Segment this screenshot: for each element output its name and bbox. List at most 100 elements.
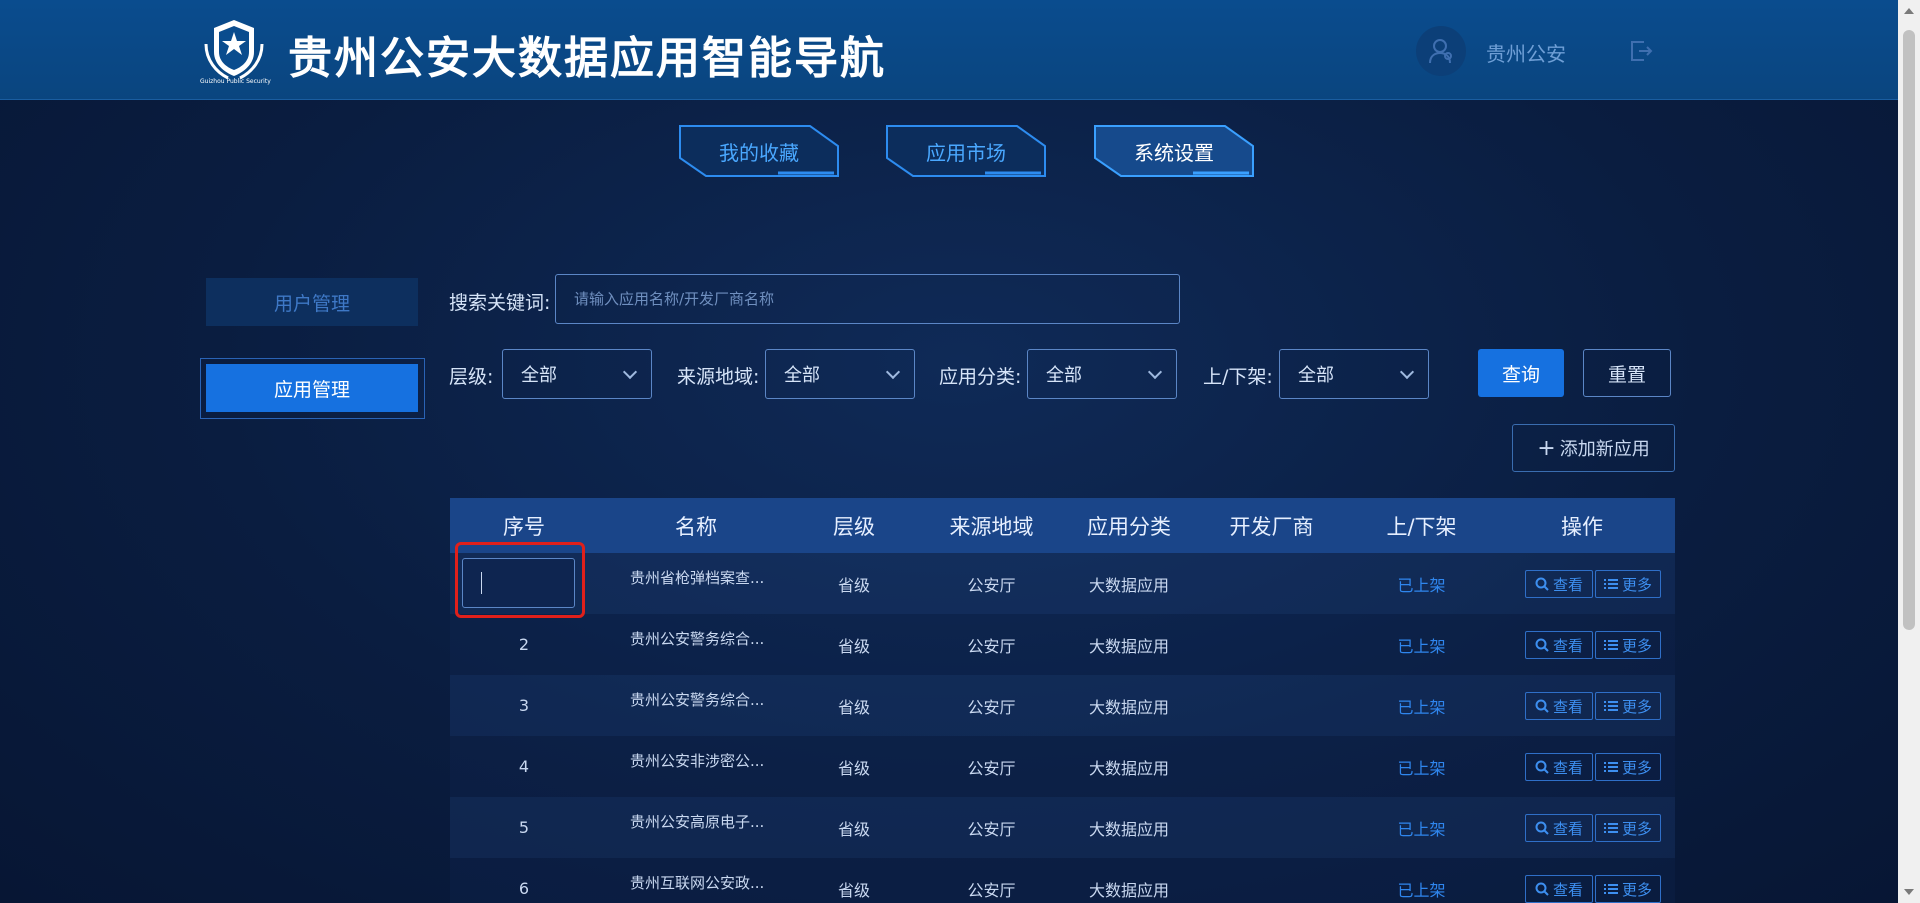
shelf-select[interactable]: 全部	[1279, 349, 1429, 399]
search-icon	[1535, 699, 1549, 713]
cell-vendor	[1189, 858, 1354, 903]
cell-seq: 5	[518, 818, 530, 837]
more-label: 更多	[1621, 636, 1652, 655]
cell-vendor	[1189, 553, 1354, 614]
cell-seq: 6	[518, 879, 530, 898]
list-icon	[1603, 701, 1618, 711]
list-icon	[1603, 579, 1618, 589]
cell-status: 已上架	[1397, 575, 1446, 595]
cell-region: 公安厅	[967, 819, 1016, 839]
shelf-select-value: 全部	[1298, 365, 1334, 386]
cell-status: 已上架	[1397, 880, 1446, 900]
logo-caption: Guizhou Public Security	[200, 78, 271, 85]
view-button[interactable]: 查看	[1525, 753, 1593, 781]
table-row: 2 贵州公安警务综合... 省级 公安厅 大数据应用 已上架 查看 更多	[450, 614, 1675, 675]
cell-region: 公安厅	[967, 758, 1016, 778]
tab-label: 我的收藏	[719, 140, 799, 165]
view-label: 查看	[1552, 880, 1583, 899]
tab-app-market[interactable]: 应用市场	[885, 124, 1047, 178]
more-button[interactable]: 更多	[1595, 570, 1661, 598]
tab-system-settings[interactable]: 系统设置	[1093, 124, 1255, 178]
list-icon	[1603, 823, 1618, 833]
more-button[interactable]: 更多	[1595, 753, 1661, 781]
sidebar-item-user-management[interactable]: 用户管理	[206, 278, 418, 326]
add-app-button[interactable]: + 添加新应用	[1512, 424, 1675, 472]
user-avatar[interactable]	[1416, 26, 1466, 76]
region-select[interactable]: 全部	[765, 349, 915, 399]
more-label: 更多	[1621, 697, 1652, 716]
cell-category: 大数据应用	[1088, 758, 1169, 778]
view-button[interactable]: 查看	[1525, 814, 1593, 842]
table-row: 4 贵州公安非涉密公... 省级 公安厅 大数据应用 已上架 查看 更多	[450, 736, 1675, 797]
cell-status: 已上架	[1397, 758, 1446, 778]
seq-edit-input[interactable]	[462, 558, 575, 608]
view-label: 查看	[1552, 819, 1583, 838]
scroll-up-icon[interactable]	[1904, 8, 1914, 14]
region-label: 来源地域:	[677, 366, 760, 388]
app-header: Guizhou Public Security 贵州公安大数据应用智能导航 贵州…	[0, 0, 1898, 100]
more-label: 更多	[1621, 819, 1652, 838]
view-label: 查看	[1552, 636, 1583, 655]
tab-favorites[interactable]: 我的收藏	[678, 124, 840, 178]
cell-level: 省级	[837, 575, 870, 595]
col-vendor: 开发厂商	[1229, 514, 1314, 539]
cell-name: 贵州公安警务综合...	[630, 630, 765, 648]
app-table: 序号 名称 层级 来源地域 应用分类 开发厂商 上/下架 操作 贵州省枪弹档案查…	[450, 498, 1675, 903]
app-title: 贵州公安大数据应用智能导航	[288, 33, 886, 84]
reset-button[interactable]: 重置	[1583, 349, 1671, 397]
view-button[interactable]: 查看	[1525, 631, 1593, 659]
table-row: 5 贵州公安高原电子... 省级 公安厅 大数据应用 已上架 查看 更多	[450, 797, 1675, 858]
logout-icon[interactable]	[1628, 38, 1654, 64]
search-icon	[1535, 577, 1549, 591]
cell-level: 省级	[837, 880, 870, 900]
col-level: 层级	[833, 514, 875, 539]
region-select-value: 全部	[784, 365, 820, 386]
cell-category: 大数据应用	[1088, 636, 1169, 656]
view-button[interactable]: 查看	[1525, 875, 1593, 903]
more-button[interactable]: 更多	[1595, 631, 1661, 659]
category-label: 应用分类:	[939, 366, 1022, 388]
more-button[interactable]: 更多	[1595, 692, 1661, 720]
cell-status: 已上架	[1397, 819, 1446, 839]
more-button[interactable]: 更多	[1595, 814, 1661, 842]
search-input[interactable]	[555, 274, 1180, 324]
scrollbar-thumb[interactable]	[1903, 30, 1915, 630]
cell-level: 省级	[837, 697, 870, 717]
col-name: 名称	[675, 514, 717, 539]
cell-seq: 3	[518, 696, 530, 715]
more-label: 更多	[1621, 758, 1652, 777]
text-caret	[481, 572, 482, 594]
scroll-down-icon[interactable]	[1904, 889, 1914, 895]
level-label: 层级:	[449, 366, 494, 388]
cell-name: 贵州省枪弹档案查...	[630, 569, 765, 587]
list-icon	[1603, 640, 1618, 650]
cell-status: 已上架	[1397, 697, 1446, 717]
plus-icon: +	[1537, 435, 1556, 461]
col-region: 来源地域	[949, 514, 1034, 539]
search-icon	[1535, 760, 1549, 774]
tab-label: 系统设置	[1134, 140, 1214, 165]
level-select-value: 全部	[521, 365, 557, 386]
cell-vendor	[1189, 736, 1354, 797]
chevron-down-icon	[885, 364, 901, 380]
category-select[interactable]: 全部	[1027, 349, 1177, 399]
page-scrollbar[interactable]	[1898, 0, 1920, 903]
view-button[interactable]: 查看	[1525, 570, 1593, 598]
cell-name: 贵州公安警务综合...	[630, 691, 765, 709]
user-icon	[1429, 39, 1452, 64]
view-button[interactable]: 查看	[1525, 692, 1593, 720]
sidebar-item-app-management[interactable]: 应用管理	[206, 364, 418, 412]
col-actions: 操作	[1561, 514, 1603, 539]
add-app-label: 添加新应用	[1559, 439, 1650, 460]
chevron-down-icon	[1399, 364, 1415, 380]
cell-seq: 2	[518, 635, 530, 654]
search-icon	[1535, 821, 1549, 835]
cell-vendor	[1189, 675, 1354, 736]
cell-category: 大数据应用	[1088, 697, 1169, 717]
cell-level: 省级	[837, 758, 870, 778]
more-button[interactable]: 更多	[1595, 875, 1661, 903]
query-button[interactable]: 查询	[1478, 349, 1564, 397]
cell-region: 公安厅	[967, 575, 1016, 595]
level-select[interactable]: 全部	[502, 349, 652, 399]
cell-seq: 4	[518, 757, 530, 776]
